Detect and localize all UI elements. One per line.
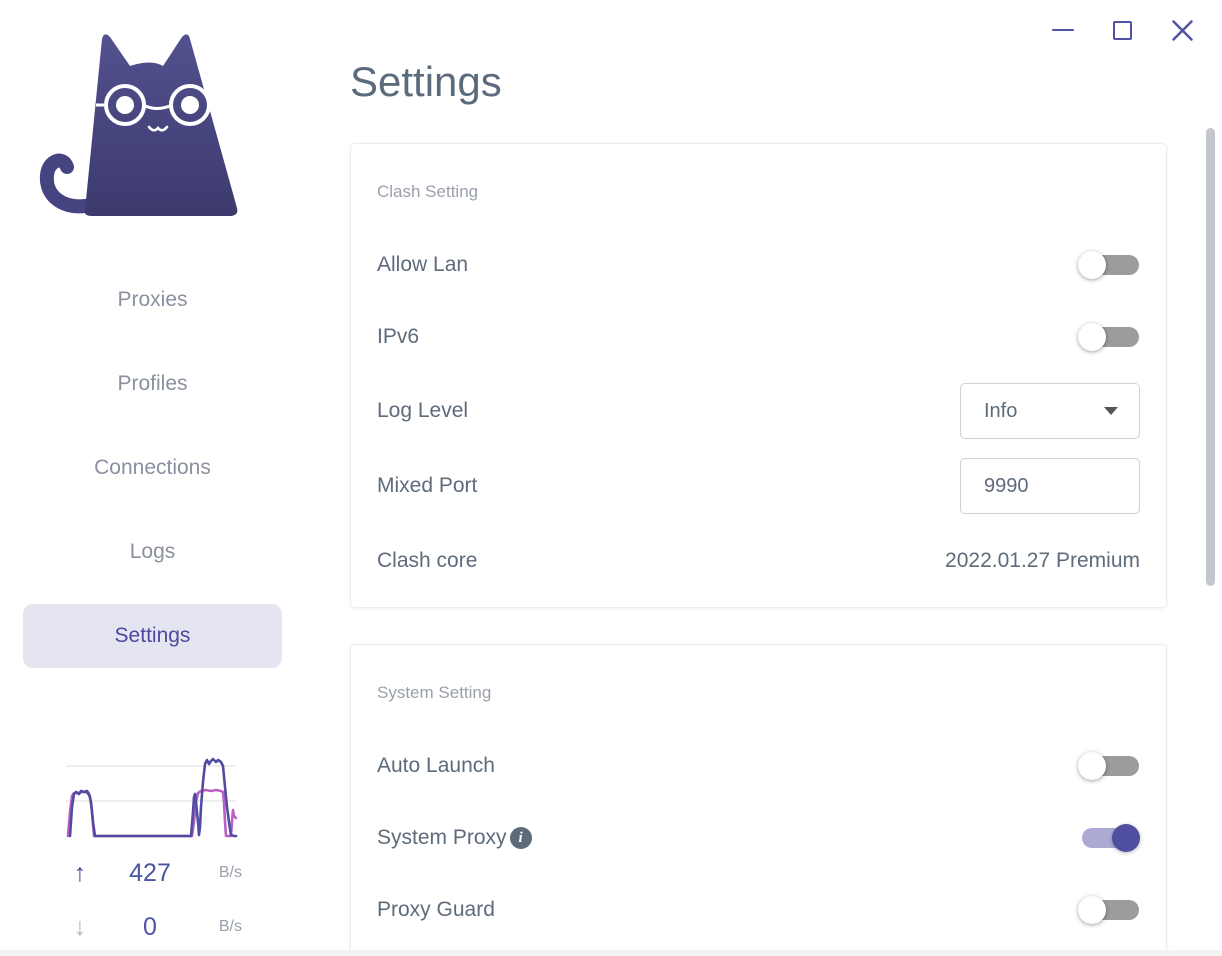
- app-window: Proxies Profiles Connections Logs Settin…: [0, 0, 1222, 956]
- sidebar-item-connections[interactable]: Connections: [0, 426, 305, 510]
- clash-core-row: Clash core 2022.01.27 Premium: [377, 532, 1140, 590]
- ipv6-row: IPv6: [377, 308, 1140, 366]
- proxy-guard-label: Proxy Guard: [377, 898, 495, 921]
- upload-speed-unit: B/s: [218, 864, 242, 881]
- allow-lan-row: Allow Lan: [377, 236, 1140, 294]
- sidebar-item-label: Settings: [114, 624, 191, 647]
- log-level-select[interactable]: Info: [960, 383, 1140, 439]
- log-level-label: Log Level: [377, 399, 469, 422]
- download-speed-unit: B/s: [218, 918, 242, 935]
- proxy-guard-row: Proxy Guard: [377, 881, 1140, 939]
- minimize-button[interactable]: [1051, 19, 1074, 42]
- clash-cat-logo: [39, 34, 238, 216]
- auto-launch-label: Auto Launch: [377, 754, 495, 777]
- clash-core-version: 2022.01.27 Premium: [945, 549, 1140, 572]
- card-header: Clash Setting: [377, 182, 479, 201]
- sidebar-nav: Proxies Profiles Connections Logs Settin…: [0, 258, 305, 678]
- download-speed-value: 0: [143, 912, 157, 941]
- clash-core-label: Clash core: [377, 549, 478, 572]
- sidebar-item-label: Connections: [94, 456, 211, 479]
- download-speed-row: ↓ 0 B/s: [62, 910, 242, 944]
- page-title: Settings: [350, 58, 502, 105]
- active-nav-pill: Settings: [23, 604, 282, 668]
- upload-speed-value: 427: [129, 858, 171, 887]
- system-proxy-row: System Proxy i: [377, 809, 1140, 867]
- toggle-thumb: [1078, 896, 1106, 924]
- cat-tail: [39, 153, 99, 214]
- sidebar-item-settings[interactable]: Settings: [0, 594, 305, 678]
- sidebar-item-logs[interactable]: Logs: [0, 510, 305, 594]
- auto-launch-toggle[interactable]: [1078, 752, 1140, 780]
- sidebar-item-label: Profiles: [117, 372, 188, 395]
- ipv6-label: IPv6: [377, 325, 420, 348]
- upload-speed-row: ↑ 427 B/s: [62, 856, 242, 890]
- sidebar-item-label: Proxies: [117, 288, 188, 311]
- sidebar-item-label: Logs: [129, 540, 176, 563]
- toggle-thumb: [1078, 323, 1106, 351]
- close-button[interactable]: [1171, 19, 1194, 42]
- chevron-down-icon: [1104, 407, 1118, 415]
- cat-body: [84, 34, 238, 216]
- proxy-guard-toggle[interactable]: [1078, 896, 1140, 924]
- upload-line: [68, 757, 238, 838]
- allow-lan-label: Allow Lan: [377, 253, 469, 276]
- window-bottom-edge: [0, 950, 1222, 956]
- download-arrow-icon: ↓: [73, 912, 87, 941]
- window-controls: [1051, 16, 1194, 44]
- traffic-graph: [66, 757, 238, 838]
- maximize-icon: [1113, 20, 1132, 40]
- mixed-port-input[interactable]: [960, 458, 1140, 514]
- mixed-port-row: Mixed Port: [377, 457, 1140, 515]
- mixed-port-label: Mixed Port: [377, 474, 478, 497]
- sidebar-item-profiles[interactable]: Profiles: [0, 342, 305, 426]
- system-setting-card: System Setting Auto Launch System Proxy …: [350, 644, 1167, 956]
- maximize-button[interactable]: [1111, 19, 1134, 42]
- card-header: System Setting: [377, 683, 492, 702]
- system-proxy-label: System Proxy i: [377, 826, 532, 850]
- toggle-thumb: [1078, 251, 1106, 279]
- log-level-value: Info: [984, 399, 1018, 422]
- sidebar: Proxies Profiles Connections Logs Settin…: [0, 0, 350, 956]
- minimize-icon: [1051, 28, 1074, 32]
- close-icon: [1172, 19, 1193, 41]
- toggle-thumb: [1112, 824, 1140, 852]
- ipv6-toggle[interactable]: [1078, 323, 1140, 351]
- auto-launch-row: Auto Launch: [377, 737, 1140, 795]
- sidebar-item-proxies[interactable]: Proxies: [0, 258, 305, 342]
- system-proxy-toggle[interactable]: [1078, 824, 1140, 852]
- scrollbar-thumb[interactable]: [1206, 128, 1215, 586]
- allow-lan-toggle[interactable]: [1078, 251, 1140, 279]
- toggle-thumb: [1078, 752, 1106, 780]
- info-icon[interactable]: i: [509, 827, 532, 849]
- clash-setting-card: Clash Setting Allow Lan IPv6 Log Level I…: [350, 143, 1167, 608]
- upload-arrow-icon: ↑: [73, 858, 87, 887]
- log-level-row: Log Level Info: [377, 382, 1140, 440]
